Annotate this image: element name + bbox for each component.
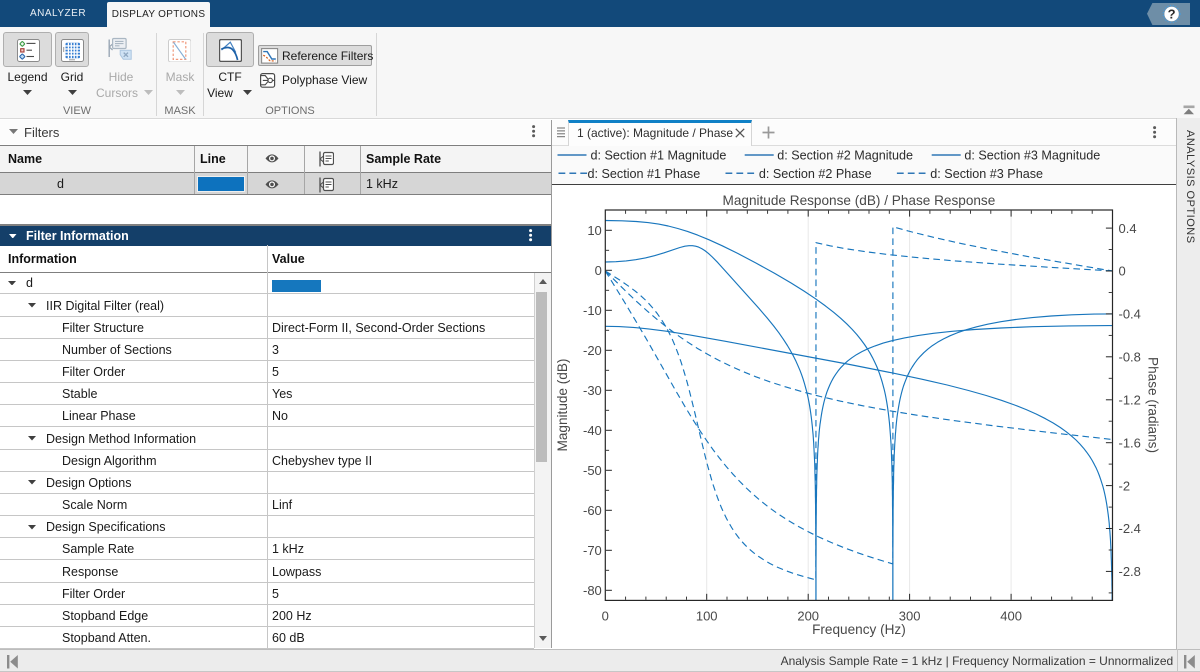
svg-text:d: Section #3 Phase: d: Section #3 Phase [930,167,1043,181]
svg-text:-0.8: -0.8 [1119,350,1141,365]
svg-text:d: Section #3 Magnitude: d: Section #3 Magnitude [964,149,1100,163]
svg-text:d: Section #1 Magnitude: d: Section #1 Magnitude [591,149,727,163]
svg-text:?: ? [1168,7,1176,22]
svg-text:-70: -70 [583,543,602,558]
svg-text:-50: -50 [583,463,602,478]
svg-text:0: 0 [595,263,602,278]
svg-text:d: Section #1 Phase: d: Section #1 Phase [588,167,701,181]
svg-text:0: 0 [1119,264,1126,279]
svg-text:-20: -20 [583,343,602,358]
svg-text:-10: -10 [583,303,602,318]
svg-text:-30: -30 [583,383,602,398]
svg-text:-1.2: -1.2 [1119,393,1141,408]
svg-text:Magnitude (dB): Magnitude (dB) [555,359,570,452]
svg-text:200: 200 [797,609,819,624]
svg-text:Phase (radians): Phase (radians) [1146,357,1161,453]
svg-text:Frequency (Hz): Frequency (Hz) [812,622,906,637]
svg-text:-2: -2 [1119,478,1131,493]
svg-text:300: 300 [899,609,921,624]
svg-text:0: 0 [602,609,609,624]
svg-text:0.4: 0.4 [1119,221,1137,236]
svg-text:-1.6: -1.6 [1119,435,1141,450]
svg-text:400: 400 [1000,609,1022,624]
svg-text:10: 10 [587,223,601,238]
svg-text:-0.4: -0.4 [1119,307,1141,322]
svg-text:-40: -40 [583,423,602,438]
svg-text:-60: -60 [583,503,602,518]
svg-text:-2.8: -2.8 [1119,564,1141,579]
svg-text:d: Section #2 Magnitude: d: Section #2 Magnitude [777,149,913,163]
svg-text:-2.4: -2.4 [1119,521,1141,536]
svg-text:Magnitude Response (dB) / Phas: Magnitude Response (dB) / Phase Response [723,193,996,208]
svg-text:-80: -80 [583,583,602,598]
svg-text:100: 100 [696,609,718,624]
svg-text:d: Section #2 Phase: d: Section #2 Phase [759,167,872,181]
